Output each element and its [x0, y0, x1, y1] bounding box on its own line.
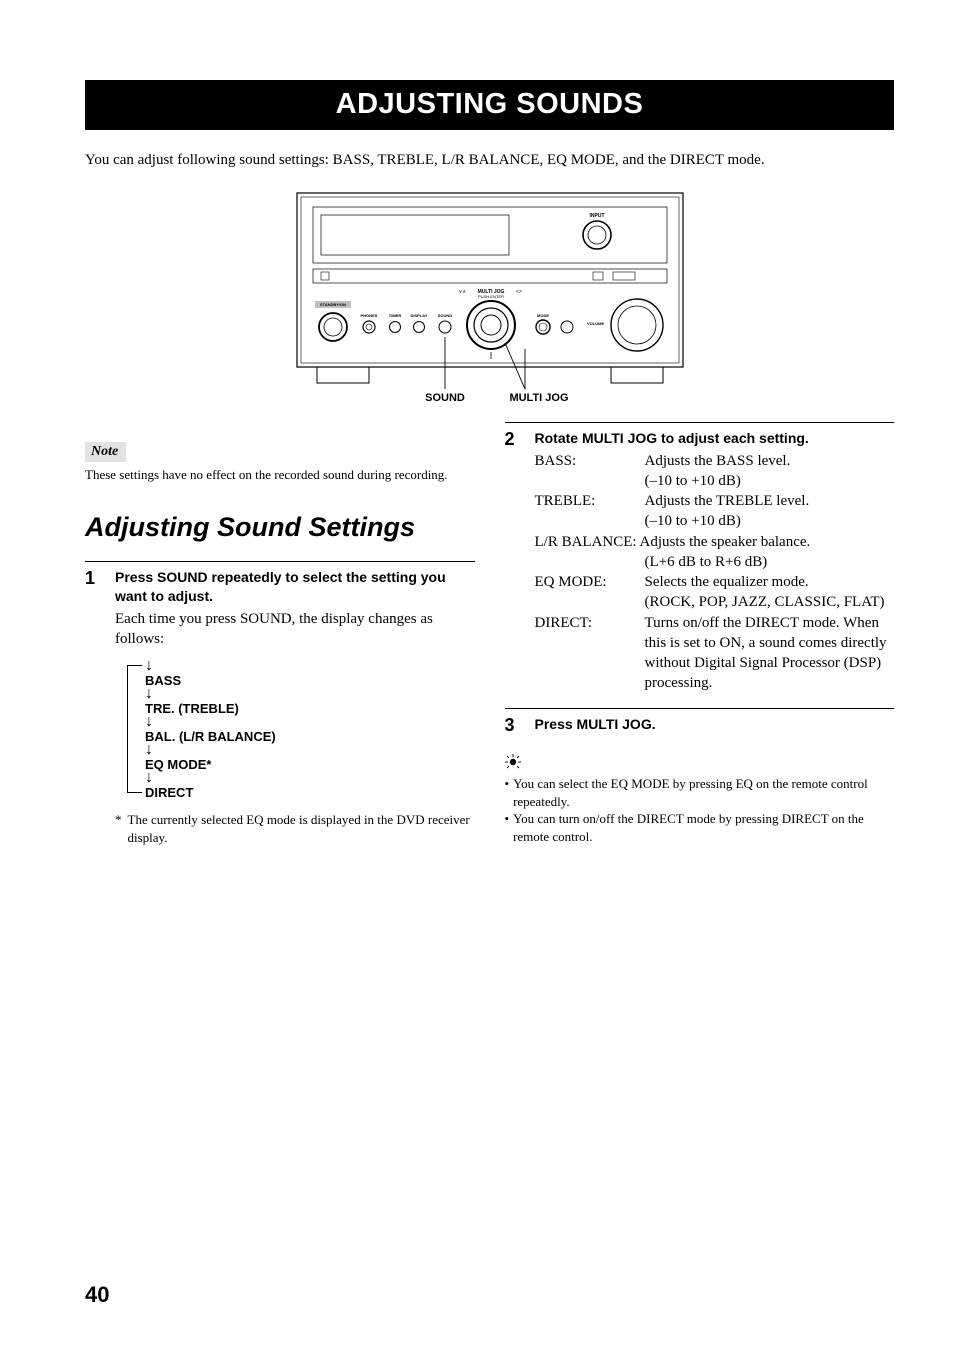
intro-text: You can adjust following sound settings:…	[85, 152, 894, 169]
flow-item-direct: DIRECT	[141, 786, 475, 800]
step-3: 3 Press MULTI JOG.	[505, 708, 895, 737]
hint-icon	[505, 754, 895, 775]
footnote-text: The currently selected EQ mode is displa…	[128, 811, 475, 846]
step-1: 1 Press SOUND repeatedly to select the s…	[85, 561, 475, 847]
step-2-head: Rotate MULTI JOG to adjust each setting.	[535, 429, 895, 449]
mj-sub: PUSH-ENTER	[477, 294, 503, 299]
step-1-footnote: * The currently selected EQ mode is disp…	[115, 811, 475, 846]
page-title: ADJUSTING SOUNDS	[85, 80, 894, 130]
step-3-number: 3	[505, 715, 521, 737]
def-eq-val: Selects the equalizer mode.	[645, 572, 895, 592]
def-lr-full: L/R BALANCE: Adjusts the speaker balance…	[535, 532, 895, 552]
sound-callout-label: SOUND	[425, 392, 465, 404]
device-diagram: INPUT MULTI JOG PUSH-ENTER ∨∧ <> STANDBY…	[85, 189, 894, 414]
def-bass-val: Adjusts the BASS level.	[645, 451, 895, 471]
svg-text:<>: <>	[516, 289, 522, 295]
note-text: These settings have no effect on the rec…	[85, 466, 475, 484]
flow-arrow: ↓	[141, 743, 475, 757]
svg-text:DISPLAY: DISPLAY	[410, 313, 427, 318]
page-title-text: ADJUSTING SOUNDS	[336, 88, 644, 120]
def-eq-key: EQ MODE:	[535, 572, 645, 592]
svg-text:MODE: MODE	[537, 313, 549, 318]
settings-definitions: BASS: Adjusts the BASS level. (–10 to +1…	[535, 451, 895, 694]
def-treble-range: (–10 to +10 dB)	[645, 511, 895, 531]
def-bass-range: (–10 to +10 dB)	[645, 471, 895, 491]
step-2-number: 2	[505, 429, 521, 694]
flow-arrow: ↓	[141, 659, 475, 673]
multijog-callout-label: MULTI JOG	[509, 392, 568, 404]
flow-item-balance: BAL. (L/R BALANCE)	[141, 730, 475, 744]
def-treble-key: TREBLE:	[535, 491, 645, 511]
step-2: 2 Rotate MULTI JOG to adjust each settin…	[505, 422, 895, 694]
svg-text:∨∧: ∨∧	[458, 289, 466, 295]
flow-item-treble: TRE. (TREBLE)	[141, 702, 475, 716]
flow-item-bass: BASS	[141, 674, 475, 688]
bullet: •	[505, 810, 510, 845]
def-lr-range: (L+6 dB to R+6 dB)	[645, 552, 895, 572]
svg-text:SOUND: SOUND	[437, 313, 452, 318]
bullet: •	[505, 775, 510, 810]
flow-arrow: ↓	[141, 715, 475, 729]
svg-text:STANDBY/ON: STANDBY/ON	[319, 302, 345, 307]
tip-2: You can turn on/off the DIRECT mode by p…	[513, 810, 894, 845]
footnote-mark: *	[115, 811, 122, 846]
step-1-number: 1	[85, 568, 101, 847]
svg-text:TIMER: TIMER	[388, 313, 401, 318]
svg-text:PHONES: PHONES	[360, 313, 377, 318]
svg-text:VOLUME: VOLUME	[587, 321, 604, 326]
def-direct-key: DIRECT:	[535, 613, 645, 694]
flow-loop-bracket	[127, 665, 142, 793]
input-label: INPUT	[589, 213, 604, 219]
def-eq-range: (ROCK, POP, JAZZ, CLASSIC, FLAT)	[645, 592, 895, 612]
tip-1: You can select the EQ MODE by pressing E…	[513, 775, 894, 810]
section-heading: Adjusting Sound Settings	[85, 512, 475, 543]
page-number: 40	[85, 1282, 109, 1308]
def-direct-val: Turns on/off the DIRECT mode. When this …	[645, 613, 895, 694]
def-bass-key: BASS:	[535, 451, 645, 471]
step-3-head: Press MULTI JOG.	[535, 715, 895, 735]
lightbulb-icon	[505, 754, 521, 770]
step-1-head: Press SOUND repeatedly to select the set…	[115, 568, 475, 607]
flow-arrow: ↓	[141, 687, 475, 701]
tips-list: •You can select the EQ MODE by pressing …	[505, 775, 895, 845]
flow-arrow: ↓	[141, 771, 475, 785]
def-treble-val: Adjusts the TREBLE level.	[645, 491, 895, 511]
receiver-illustration: INPUT MULTI JOG PUSH-ENTER ∨∧ <> STANDBY…	[287, 189, 693, 409]
note-tag: Note	[85, 442, 126, 462]
step-1-text: Each time you press SOUND, the display c…	[115, 609, 475, 650]
flow-item-eqmode: EQ MODE*	[141, 758, 475, 772]
